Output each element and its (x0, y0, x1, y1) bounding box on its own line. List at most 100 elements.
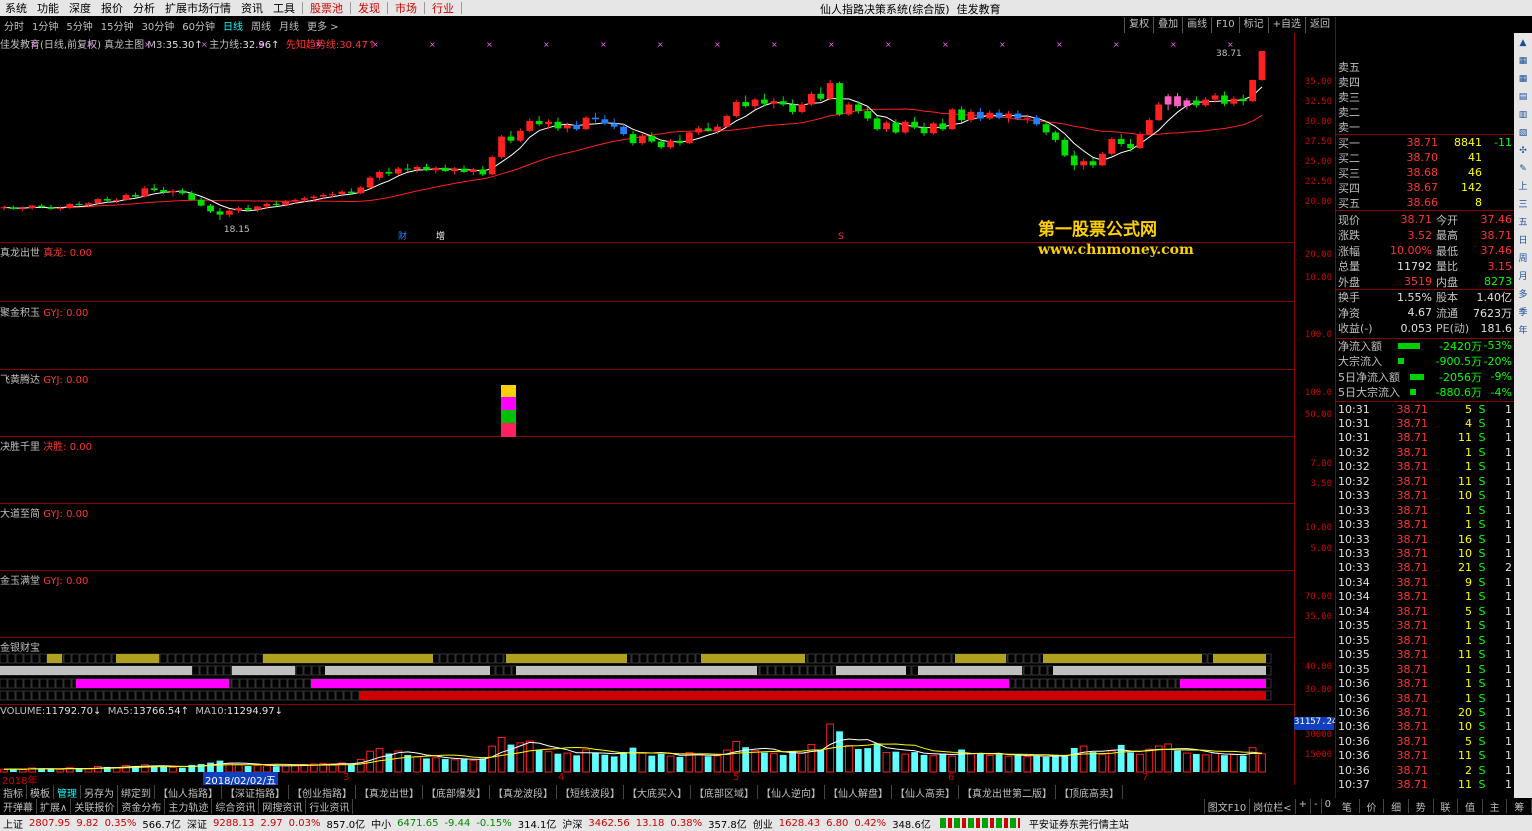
grid-icon[interactable]: ▦ (1516, 71, 1530, 87)
tick-count: 1 (1505, 648, 1512, 662)
band-cell (815, 653, 824, 664)
menu-function[interactable]: 功能 (32, 0, 64, 16)
period-5min[interactable]: 5分钟 (62, 18, 96, 33)
function-tab-right[interactable]: - (1310, 799, 1321, 814)
menu-depth[interactable]: 深度 (64, 0, 96, 16)
candle-body (169, 190, 177, 193)
quote-tab[interactable]: 势 (1409, 799, 1434, 814)
quote-tab[interactable]: 价 (1360, 799, 1385, 814)
indicator-tab[interactable]: 【深证指路】 (222, 784, 289, 800)
period-shortcut[interactable]: 日 (1516, 233, 1530, 249)
quote-tab[interactable]: 主 (1483, 799, 1508, 814)
function-tab[interactable]: 扩展∧ (37, 798, 72, 814)
period-intraday[interactable]: 分时 (0, 18, 28, 33)
menu-tools[interactable]: 工具 (268, 0, 300, 16)
menu-news[interactable]: 资讯 (236, 0, 268, 16)
mark-button[interactable]: 标记 (1238, 17, 1268, 33)
indicator-tab[interactable]: 【仙人解盘】 (825, 784, 892, 800)
indicator-tab[interactable]: 【底部区域】 (691, 784, 758, 800)
indicator-tab[interactable]: 【真龙波段】 (490, 784, 557, 800)
period-weekly[interactable]: 周线 (247, 18, 275, 33)
draw-line-button[interactable]: 画线 (1182, 17, 1211, 33)
restore-rights-button[interactable]: 复权 (1124, 17, 1153, 33)
period-shortcut[interactable]: 上 (1516, 179, 1530, 195)
period-shortcut[interactable]: 三 (1516, 197, 1530, 213)
indicator-tool-tab[interactable]: 另存为 (81, 784, 118, 800)
candle-body (338, 191, 346, 195)
indicator-tab[interactable]: 【顶底高卖】 (1056, 784, 1123, 800)
band-cell (7, 653, 16, 664)
quote-tab[interactable]: 笔 (1335, 799, 1360, 814)
function-tab-right[interactable]: 图文F10 (1203, 799, 1249, 814)
grid-icon[interactable]: ▦ (1516, 53, 1530, 69)
chart-icon[interactable]: ▤ (1516, 89, 1530, 105)
indicator-tool-tab[interactable]: 绑定到 (118, 784, 155, 800)
period-15min[interactable]: 15分钟 (97, 18, 138, 33)
indicator-tab[interactable]: 【大底买入】 (624, 784, 691, 800)
fund-flow-row: 大宗流入 -900.5万 -20% (1338, 354, 1512, 369)
toolbar-up-icon[interactable]: ▲ (1516, 35, 1530, 51)
quote-tab[interactable]: 联 (1434, 799, 1459, 814)
stat-label: 总量 (1338, 260, 1360, 273)
indicator-tab[interactable]: 【创业指路】 (289, 784, 356, 800)
menu-market[interactable]: 市场 (390, 0, 422, 16)
compass-icon[interactable]: ✣ (1516, 143, 1530, 159)
quote-tab[interactable]: 筹 (1507, 799, 1532, 814)
period-more[interactable]: 更多 > (303, 18, 343, 33)
fund-flow-value: -2056万 (1439, 370, 1482, 384)
f10-button[interactable]: F10 (1211, 17, 1238, 33)
indicator-tab[interactable]: 【仙人逆向】 (758, 784, 825, 800)
function-tab-right[interactable]: 岗位栏< (1249, 799, 1294, 814)
back-button[interactable]: 返回 (1305, 17, 1334, 33)
pen-icon[interactable]: ✎ (1516, 161, 1530, 177)
function-tab[interactable]: 关联报价 (71, 798, 119, 814)
indicator-tool-tab[interactable]: 管理 (54, 784, 81, 800)
menu-discover[interactable]: 发现 (353, 0, 385, 16)
function-tab[interactable]: 主力轨迹 (165, 798, 213, 814)
period-shortcut[interactable]: 年 (1516, 323, 1530, 339)
period-daily[interactable]: 日线 (219, 18, 247, 33)
function-tab[interactable]: 网搜资讯 (259, 798, 307, 814)
menu-industry[interactable]: 行业 (427, 0, 459, 16)
candlestick-chart[interactable]: 38.71 18.15 财 增 S × × × × × × × × × × × × × × × × × × × × × × (0, 33, 1294, 243)
indicator-tab[interactable]: 【底部爆发】 (423, 784, 490, 800)
volume-bar (1014, 755, 1022, 772)
indicator-tab[interactable]: 【仙人指路】 (155, 784, 222, 800)
broker-name: 平安证券东莞行情主站 (1028, 819, 1129, 831)
period-1min[interactable]: 1分钟 (28, 18, 62, 33)
period-monthly[interactable]: 月线 (275, 18, 303, 33)
function-tab[interactable]: 开弹幕 (0, 798, 37, 814)
menu-quote[interactable]: 报价 (96, 0, 128, 16)
function-tab[interactable]: 资金分布 (118, 798, 166, 814)
add-watchlist-button[interactable]: +自选 (1267, 17, 1305, 33)
candle-body (770, 101, 778, 104)
period-shortcut[interactable]: 周 (1516, 251, 1530, 267)
period-shortcut[interactable]: 季 (1516, 305, 1530, 321)
function-tab-right[interactable]: + (1294, 799, 1310, 814)
chart-icon[interactable]: ▥ (1516, 107, 1530, 123)
quote-tab[interactable]: 细 (1384, 799, 1409, 814)
overlay-button[interactable]: 叠加 (1153, 17, 1182, 33)
indicator-tab[interactable]: 【短线波段】 (557, 784, 624, 800)
indicator-tool-tab[interactable]: 模板 (27, 784, 54, 800)
period-shortcut[interactable]: 多 (1516, 287, 1530, 303)
period-30min[interactable]: 30分钟 (137, 18, 178, 33)
function-tab[interactable]: 行业资讯 (306, 798, 354, 814)
menu-stock-pool[interactable]: 股票池 (305, 0, 348, 16)
period-shortcut[interactable]: 五 (1516, 215, 1530, 231)
quote-tab[interactable]: 值 (1458, 799, 1483, 814)
function-tab-right[interactable]: 0 (1320, 799, 1334, 814)
band-cell (7, 678, 16, 689)
function-tab[interactable]: 综合资讯 (212, 798, 260, 814)
menu-system[interactable]: 系统 (0, 0, 32, 16)
indicator-tab[interactable]: 【真龙出世第二版】 (959, 784, 1056, 800)
menu-analysis[interactable]: 分析 (128, 0, 160, 16)
period-60min[interactable]: 60分钟 (178, 18, 219, 33)
indicator-tab[interactable]: 【仙人高卖】 (892, 784, 959, 800)
indicator-tab[interactable]: 【真龙出世】 (356, 784, 423, 800)
indicator-tool-tab[interactable]: 指标 (0, 784, 27, 800)
menu-extended-market[interactable]: 扩展市场行情 (160, 0, 236, 16)
period-shortcut[interactable]: 月 (1516, 269, 1530, 285)
chart-area[interactable]: 佳发教育(日线,前复权) 真龙主图 M3:35.30↑ 主力线:32.96↑ 先… (0, 33, 1337, 798)
chart-icon[interactable]: ▧ (1516, 125, 1530, 141)
